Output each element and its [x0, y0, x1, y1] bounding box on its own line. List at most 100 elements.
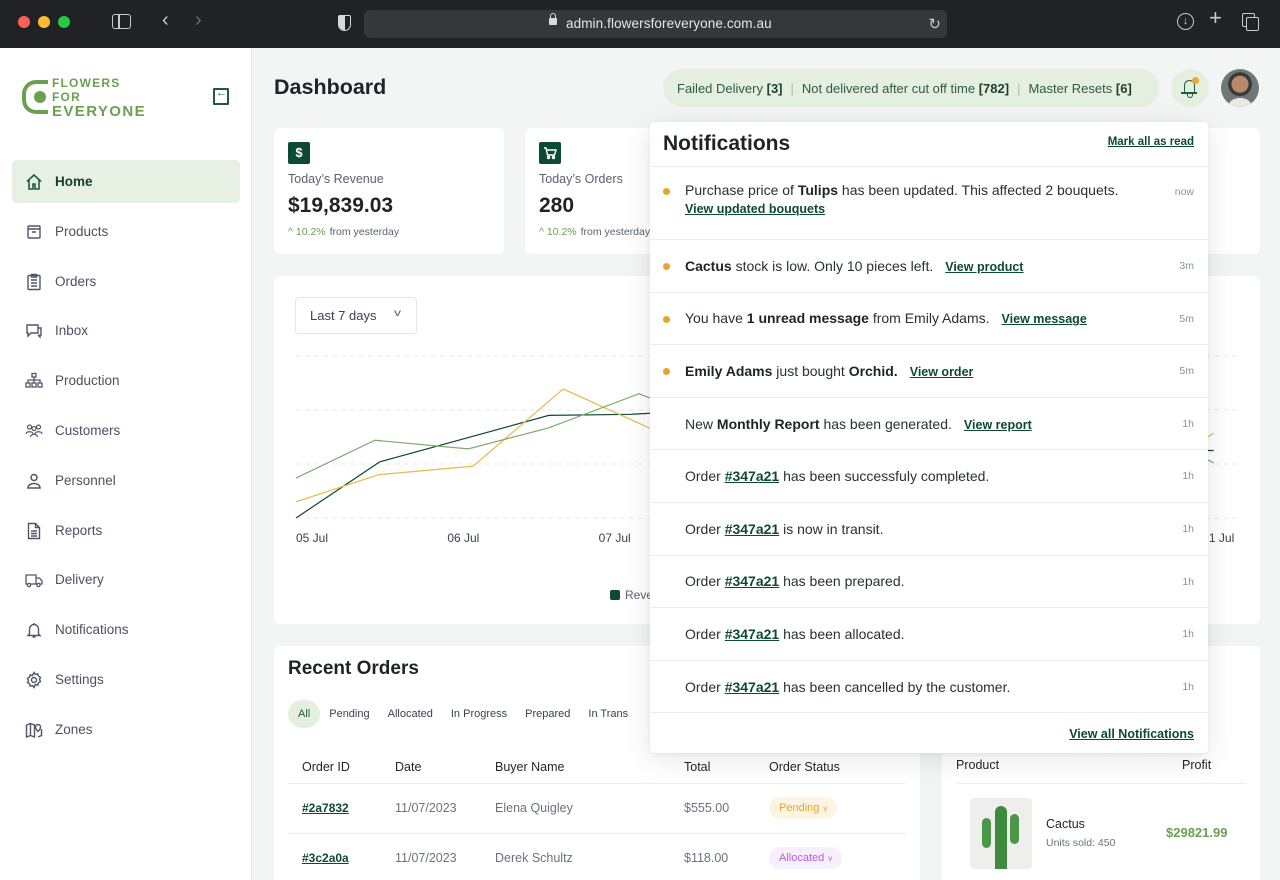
- reload-icon[interactable]: ↻: [928, 15, 941, 33]
- order-link[interactable]: #347a21: [725, 521, 780, 537]
- filter-tab-all[interactable]: All: [288, 700, 321, 728]
- notification-message: Order #347a21 has been cancelled by the …: [685, 679, 1010, 695]
- alert-label: Failed Delivery: [677, 80, 763, 96]
- notification-text: stock is low. Only 10 pieces left.: [731, 257, 934, 274]
- trend-up-icon: ^: [539, 226, 544, 238]
- sidebar-item-home[interactable]: Home: [12, 160, 240, 203]
- alert-master-resets[interactable]: Master Resets [6]: [1028, 81, 1131, 96]
- privacy-shield-icon[interactable]: [338, 15, 351, 31]
- filter-tab-prepared[interactable]: Prepared: [516, 700, 579, 728]
- notification-item[interactable]: Order #347a21 has been successfuly compl…: [650, 450, 1208, 503]
- sidebar-item-reports[interactable]: Reports: [12, 509, 240, 552]
- notification-item[interactable]: Cactus stock is low. Only 10 pieces left…: [650, 240, 1208, 293]
- tab-overview-icon[interactable]: [1242, 13, 1259, 31]
- order-link[interactable]: #347a21: [725, 679, 780, 695]
- user-avatar[interactable]: [1221, 69, 1259, 107]
- notification-text: Order: [685, 573, 725, 590]
- product-image-cactus[interactable]: [970, 798, 1032, 869]
- back-icon[interactable]: ‹: [162, 10, 169, 30]
- sidebar-item-customers[interactable]: Customers: [12, 409, 240, 452]
- notification-item[interactable]: Purchase price of Tulips has been update…: [650, 167, 1208, 240]
- notification-text: is now in transit.: [779, 520, 884, 537]
- alerts-bar: Failed Delivery [3] | Not delivered afte…: [663, 69, 1159, 107]
- address-bar[interactable]: admin.flowersforeveryone.com.au ↻: [364, 10, 947, 38]
- chevron-down-icon: v: [394, 308, 401, 319]
- series-line-series-2[interactable]: [295, 388, 651, 503]
- sidebar-toggle-icon[interactable]: [112, 14, 131, 29]
- sidebar-item-personnel[interactable]: Personnel: [12, 459, 240, 502]
- sidebar-item-label: Delivery: [55, 572, 104, 588]
- notification-message: Order #347a21 has been successfuly compl…: [685, 468, 989, 484]
- filter-tab-in-trans[interactable]: In Trans: [579, 700, 637, 728]
- sidebar-item-notifications[interactable]: Notifications: [12, 608, 240, 651]
- view-all-notifications-link[interactable]: View all Notifications: [1069, 727, 1194, 741]
- notification-item[interactable]: Order #347a21 has been allocated. 1h: [650, 608, 1208, 661]
- notification-action-link[interactable]: View product: [945, 260, 1023, 274]
- column-header-total[interactable]: Total: [684, 751, 769, 784]
- status-dropdown[interactable]: Allocated v: [769, 847, 843, 869]
- notification-text: just bought: [772, 362, 849, 379]
- filter-tab-allocated[interactable]: Allocated: [379, 700, 442, 728]
- stat-card-revenue: $ Today’s Revenue $19,839.03 ^ 10.2% from…: [274, 128, 504, 254]
- product-name[interactable]: Cactus: [1046, 817, 1085, 831]
- order-id-link[interactable]: #3c2a0a: [302, 851, 349, 865]
- sidebar-item-production[interactable]: Production: [12, 359, 240, 402]
- url-text: admin.flowersforeveryone.com.au: [566, 16, 772, 31]
- alert-not-delivered[interactable]: Not delivered after cut off time [782]: [802, 81, 1009, 96]
- status-dropdown[interactable]: Pending v: [769, 797, 838, 819]
- close-window-button[interactable]: [18, 16, 30, 28]
- sidebar-item-settings[interactable]: Settings: [12, 658, 240, 701]
- notification-item[interactable]: Order #347a21 is now in transit. 1h: [650, 503, 1208, 556]
- notification-item[interactable]: Emily Adams just bought Orchid. View orde…: [650, 345, 1208, 398]
- notification-message: You have 1 unread message from Emily Ada…: [685, 310, 1087, 326]
- sidebar-item-delivery[interactable]: Delivery: [12, 558, 240, 601]
- date-range-value: Last 7 days: [310, 308, 377, 323]
- notification-highlight: Tulips: [797, 182, 839, 198]
- column-header-order-id[interactable]: Order ID: [288, 751, 395, 784]
- column-header-date[interactable]: Date: [395, 751, 495, 784]
- brand-logo[interactable]: Flowers For Everyone: [20, 76, 150, 120]
- maximize-window-button[interactable]: [58, 16, 70, 28]
- notification-item[interactable]: You have 1 unread message from Emily Ada…: [650, 293, 1208, 346]
- notification-text: Order: [685, 678, 725, 695]
- notification-action-link[interactable]: View order: [910, 365, 974, 379]
- filter-tab-in-progress[interactable]: In Progress: [442, 700, 516, 728]
- download-icon[interactable]: ↓: [1177, 13, 1194, 30]
- chevron-down-icon: v: [828, 854, 833, 863]
- notification-action-link[interactable]: View updated bouquets: [685, 202, 1148, 216]
- notifications-dropdown: Notifications Mark all as read Purchase …: [650, 122, 1208, 753]
- sidebar-item-inbox[interactable]: Inbox: [12, 309, 240, 352]
- table-row[interactable]: #2a7832 11/07/2023 Elena Quigley $555.00 Pen…: [288, 783, 906, 834]
- column-header-buyer[interactable]: Buyer Name: [495, 751, 684, 784]
- hierarchy-icon: [25, 373, 43, 388]
- notification-action-link[interactable]: View message: [1002, 312, 1087, 326]
- legend-label-revenue[interactable]: Reve: [625, 588, 653, 602]
- alert-separator: |: [790, 80, 794, 96]
- order-link[interactable]: #347a21: [725, 468, 780, 484]
- mark-all-read-link[interactable]: Mark all as read: [1108, 136, 1194, 148]
- forward-icon[interactable]: ›: [195, 10, 202, 30]
- notification-item[interactable]: New Monthly Report has been generated. Vi…: [650, 398, 1208, 451]
- sidebar-item-orders[interactable]: Orders: [12, 260, 240, 303]
- sidebar-item-label: Home: [55, 174, 93, 189]
- table-row[interactable]: #3c2a0a 11/07/2023 Derek Schultz $118.00 All…: [288, 833, 906, 880]
- order-link[interactable]: #347a21: [725, 626, 780, 642]
- notification-item[interactable]: Order #347a21 has been prepared. 1h: [650, 556, 1208, 609]
- new-tab-icon[interactable]: +: [1209, 7, 1222, 29]
- column-header-status[interactable]: Order Status: [769, 751, 906, 784]
- order-id-link[interactable]: #2a7832: [302, 801, 349, 815]
- collapse-sidebar-icon[interactable]: [213, 87, 229, 105]
- date-range-dropdown[interactable]: Last 7 days v: [295, 297, 417, 334]
- notification-item[interactable]: Order #347a21 has been cancelled by the …: [650, 661, 1208, 714]
- filter-tab-pending[interactable]: Pending: [320, 700, 378, 728]
- cactus-stem: [995, 806, 1007, 869]
- sidebar-item-zones[interactable]: Zones: [12, 708, 240, 751]
- sidebar-item-products[interactable]: Products: [12, 210, 240, 253]
- notification-time: 1h: [1182, 628, 1194, 641]
- delta-value: 10.2%: [295, 226, 326, 238]
- order-link[interactable]: #347a21: [725, 573, 780, 589]
- alert-failed-delivery[interactable]: Failed Delivery [3]: [677, 81, 783, 96]
- notification-action-link[interactable]: View report: [964, 418, 1032, 432]
- minimize-window-button[interactable]: [38, 16, 50, 28]
- notifications-button[interactable]: [1171, 69, 1209, 107]
